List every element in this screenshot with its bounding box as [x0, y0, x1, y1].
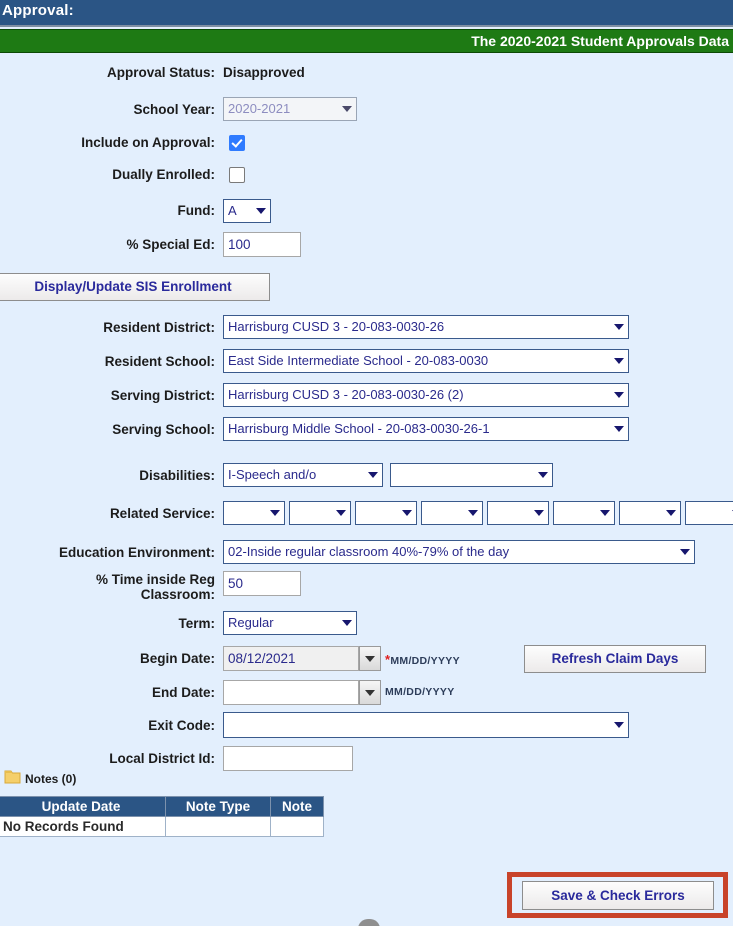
chevron-down-icon — [468, 510, 478, 516]
education-environment-label: Education Environment: — [58, 545, 215, 560]
local-district-id-input[interactable] — [223, 746, 353, 771]
education-environment-value: 02-Inside regular classroom 40%-79% of t… — [228, 544, 510, 559]
notes-empty-message: No Records Found — [0, 816, 166, 837]
term-select[interactable]: Regular — [223, 611, 357, 635]
include-on-approval-checkbox[interactable] — [229, 135, 245, 151]
page-title: Approval: — [2, 2, 74, 19]
school-year-select[interactable]: 2020-2021 — [223, 97, 357, 121]
related-service-select-5[interactable] — [487, 501, 549, 525]
related-service-select-3[interactable] — [355, 501, 417, 525]
display-update-sis-enrollment-button[interactable]: Display/Update SIS Enrollment — [0, 273, 270, 301]
notes-col-update-date: Update Date — [0, 796, 166, 817]
chevron-down-icon — [614, 392, 624, 398]
end-date-input[interactable] — [223, 680, 359, 705]
education-environment-select[interactable]: 02-Inside regular classroom 40%-79% of t… — [223, 540, 695, 564]
partial-bottom-element — [358, 919, 380, 926]
resident-district-label: Resident District: — [103, 320, 215, 335]
dually-enrolled-checkbox[interactable] — [229, 167, 245, 183]
related-service-label: Related Service: — [109, 506, 215, 521]
include-on-approval-label: Include on Approval: — [81, 135, 215, 150]
notes-empty-cell-2 — [165, 816, 271, 837]
approval-page: Approval: The 2020-2021 Student Approval… — [0, 0, 733, 926]
serving-district-select[interactable]: Harrisburg CUSD 3 - 20-083-0030-26 (2) — [223, 383, 629, 407]
chevron-down-icon — [256, 208, 266, 214]
exit-code-select[interactable] — [223, 712, 629, 738]
disabilities-select-1[interactable]: I-Speech and/o — [223, 463, 383, 487]
chevron-down-icon — [680, 549, 690, 555]
related-service-select-4[interactable] — [421, 501, 483, 525]
disabilities-value-1: I-Speech and/o — [228, 467, 317, 482]
pct-time-inside-input[interactable]: 50 — [223, 571, 301, 596]
fund-value: A — [228, 203, 237, 218]
notes-col-note: Note — [270, 796, 324, 817]
serving-school-select[interactable]: Harrisburg Middle School - 20-083-0030-2… — [223, 417, 629, 441]
chevron-down-icon — [534, 510, 544, 516]
begin-date-format-text: MM/DD/YYYY — [390, 655, 460, 667]
pct-time-inside-label: % Time inside Reg Classroom: — [95, 572, 215, 602]
related-service-select-1[interactable] — [223, 501, 285, 525]
school-year-value: 2020-2021 — [228, 101, 291, 116]
end-date-calendar-button[interactable] — [359, 680, 381, 705]
notes-folder-icon — [4, 770, 21, 784]
chevron-down-icon — [336, 510, 346, 516]
pct-special-ed-input[interactable]: 100 — [223, 232, 301, 257]
dually-enrolled-label: Dually Enrolled: — [112, 167, 215, 182]
term-label: Term: — [178, 616, 215, 631]
notes-table-header-row: Update Date Note Type Note — [0, 796, 324, 817]
chevron-down-icon — [538, 472, 548, 478]
begin-date-format-hint: *MM/DD/YYYY — [385, 652, 460, 667]
related-service-select-7[interactable] — [619, 501, 681, 525]
serving-district-label: Serving District: — [110, 388, 215, 403]
related-service-select-8[interactable] — [685, 501, 733, 525]
end-date-label: End Date: — [151, 685, 215, 700]
chevron-down-icon — [614, 722, 624, 728]
resident-district-select[interactable]: Harrisburg CUSD 3 - 20-083-0030-26 — [223, 315, 629, 339]
resident-school-label: Resident School: — [104, 354, 215, 369]
serving-school-label: Serving School: — [112, 422, 215, 437]
notes-empty-cell-3 — [270, 816, 324, 837]
notes-section-label: Notes (0) — [25, 772, 77, 786]
chevron-down-icon — [342, 620, 352, 626]
window-title-bar: Approval: — [0, 0, 733, 27]
term-value: Regular — [228, 615, 274, 630]
end-date-format-hint: MM/DD/YYYY — [385, 686, 455, 698]
chevron-down-icon — [402, 510, 412, 516]
disabilities-label: Disabilities: — [139, 468, 215, 483]
approval-status-value: Disapproved — [223, 65, 305, 80]
resident-district-value: Harrisburg CUSD 3 - 20-083-0030-26 — [228, 319, 445, 334]
fund-label: Fund: — [177, 203, 215, 218]
resident-school-value: East Side Intermediate School - 20-083-0… — [228, 353, 489, 368]
serving-school-value: Harrisburg Middle School - 20-083-0030-2… — [228, 421, 490, 436]
notes-table: Update Date Note Type Note No Records Fo… — [0, 796, 324, 837]
chevron-down-icon — [368, 472, 378, 478]
begin-date-calendar-button[interactable] — [359, 646, 381, 671]
begin-date-label: Begin Date: — [139, 651, 215, 666]
notes-col-note-type: Note Type — [165, 796, 271, 817]
save-and-check-errors-button[interactable]: Save & Check Errors — [522, 881, 714, 910]
exit-code-label: Exit Code: — [148, 718, 215, 733]
begin-date-input[interactable]: 08/12/2021 — [223, 646, 359, 671]
resident-school-select[interactable]: East Side Intermediate School - 20-083-0… — [223, 349, 629, 373]
related-service-select-2[interactable] — [289, 501, 351, 525]
pct-special-ed-label: % Special Ed: — [126, 237, 215, 252]
related-service-select-6[interactable] — [553, 501, 615, 525]
chevron-down-icon — [666, 510, 676, 516]
chevron-down-icon — [342, 106, 352, 112]
chevron-down-icon — [614, 324, 624, 330]
section-banner: The 2020-2021 Student Approvals Data — [0, 29, 733, 53]
disabilities-select-2[interactable] — [390, 463, 553, 487]
chevron-down-icon — [270, 510, 280, 516]
fund-select[interactable]: A — [223, 199, 271, 223]
section-banner-text: The 2020-2021 Student Approvals Data — [471, 33, 729, 49]
approval-status-label: Approval Status: — [106, 65, 215, 80]
table-row: No Records Found — [0, 816, 324, 837]
chevron-down-icon — [614, 358, 624, 364]
local-district-id-label: Local District Id: — [109, 751, 215, 766]
chevron-down-icon — [600, 510, 610, 516]
refresh-claim-days-button[interactable]: Refresh Claim Days — [524, 645, 706, 673]
chevron-down-icon — [614, 426, 624, 432]
serving-district-value: Harrisburg CUSD 3 - 20-083-0030-26 (2) — [228, 387, 464, 402]
school-year-label: School Year: — [133, 102, 215, 117]
